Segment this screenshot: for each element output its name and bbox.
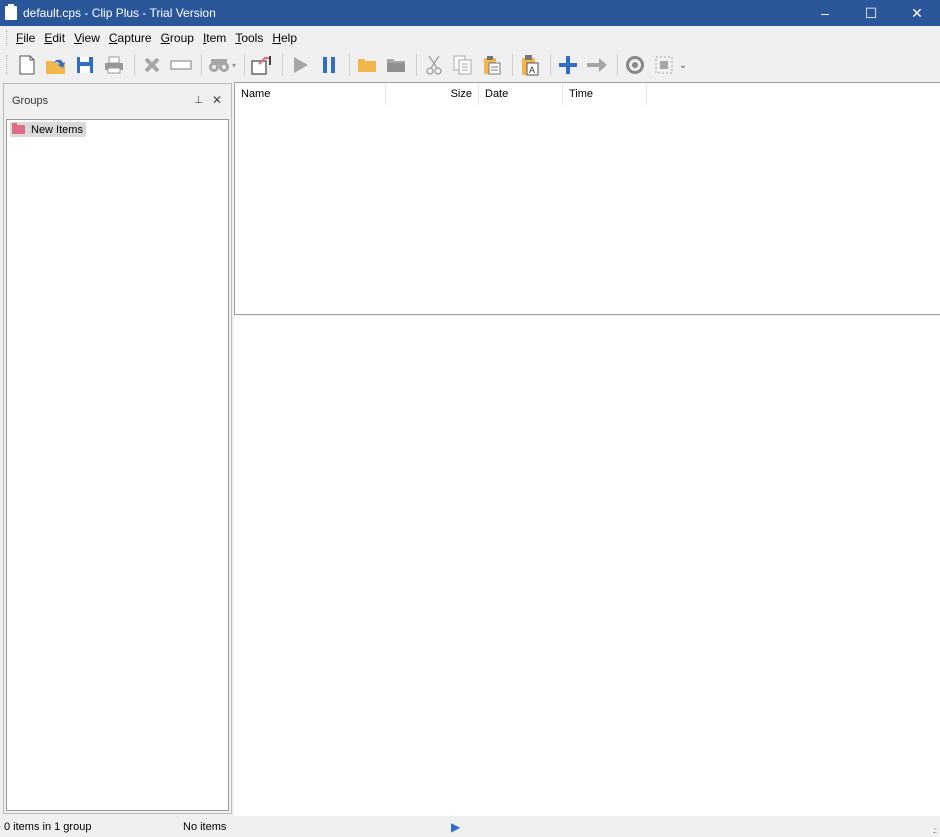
open-button[interactable] — [43, 52, 69, 78]
menu-help[interactable]: Help — [272, 31, 297, 45]
cut-icon — [426, 55, 442, 75]
column-header-time[interactable]: Time — [563, 83, 647, 105]
forward-button[interactable] — [584, 52, 610, 78]
clipboard-app-icon — [5, 4, 17, 20]
delete-icon — [144, 57, 160, 73]
svg-text:A: A — [529, 65, 535, 75]
new-window-icon — [251, 56, 271, 75]
group-item-label: New Items — [31, 123, 83, 136]
close-panel-icon[interactable]: ✕ — [212, 93, 222, 107]
toolbar-separator — [201, 54, 202, 76]
toolbar-separator — [550, 54, 551, 76]
print-button[interactable] — [101, 52, 127, 78]
paste-icon — [484, 56, 501, 75]
copy-icon — [453, 55, 472, 75]
toolbar-separator — [244, 54, 245, 76]
groups-panel-header: Groups ⊥ ✕ — [4, 84, 231, 118]
status-play-icon[interactable]: ▶ — [451, 820, 460, 834]
column-header-size[interactable]: Size — [386, 83, 479, 105]
add-button[interactable] — [555, 52, 581, 78]
open-icon — [46, 59, 65, 74]
paste-button[interactable] — [479, 52, 505, 78]
maximize-button[interactable]: ☐ — [848, 0, 894, 26]
play-icon — [294, 57, 308, 73]
menu-bar: File Edit View Capture Group Item Tools … — [0, 27, 940, 49]
cut-button[interactable] — [421, 52, 447, 78]
items-list[interactable]: Name Size Date Time — [234, 82, 940, 315]
column-header-date[interactable]: Date — [479, 83, 563, 105]
find-dropdown-icon[interactable]: ▾ — [232, 61, 240, 70]
toolbar-separator — [134, 54, 135, 76]
pause-button[interactable] — [316, 52, 342, 78]
list-header: Name Size Date Time — [235, 83, 940, 105]
toolbar-separator — [282, 54, 283, 76]
status-selection: No items — [183, 820, 227, 833]
menu-edit[interactable]: Edit — [44, 31, 65, 45]
toolbar-grip[interactable] — [6, 55, 8, 75]
menu-capture[interactable]: Capture — [109, 31, 152, 45]
save-button[interactable] — [72, 52, 98, 78]
menu-tools[interactable]: Tools — [235, 31, 263, 45]
close-button[interactable]: ✕ — [894, 0, 940, 26]
rename-button[interactable] — [168, 52, 194, 78]
save-icon — [77, 57, 93, 73]
find-button[interactable] — [206, 52, 232, 78]
folder-icon — [12, 123, 25, 134]
capture-button[interactable] — [622, 52, 648, 78]
window-title: default.cps - Clip Plus - Trial Version — [23, 6, 216, 20]
new-icon — [19, 55, 35, 75]
paste-text-button[interactable]: A — [517, 52, 543, 78]
toolbar-separator — [617, 54, 618, 76]
rename-icon — [170, 60, 192, 70]
paste-text-icon: A — [522, 55, 539, 76]
play-button[interactable] — [287, 52, 313, 78]
capture-icon — [626, 56, 644, 74]
menu-grip[interactable] — [6, 30, 8, 46]
toolbar: ▾ A ⌄ — [0, 50, 940, 80]
toolbar-separator — [416, 54, 417, 76]
groups-panel-title: Groups — [12, 95, 49, 107]
status-bar: 0 items in 1 group No items ▶ .:: — [0, 816, 940, 837]
copy-button[interactable] — [450, 52, 476, 78]
add-icon — [559, 56, 577, 74]
menu-item[interactable]: Item — [203, 31, 226, 45]
status-item-count: 0 items in 1 group — [4, 820, 92, 833]
folder-icon — [387, 59, 405, 72]
menu-file[interactable]: File — [16, 31, 35, 45]
delete-button[interactable] — [139, 52, 165, 78]
folder-open-icon — [358, 59, 376, 72]
menu-view[interactable]: View — [74, 31, 100, 45]
toolbar-separator — [349, 54, 350, 76]
find-icon — [209, 59, 229, 72]
resize-grip-icon[interactable]: .:: — [932, 826, 937, 835]
minimize-button[interactable]: – — [802, 0, 848, 26]
forward-icon — [587, 58, 607, 72]
group-item-new-items[interactable]: New Items — [10, 122, 86, 137]
select-region-icon — [655, 56, 673, 74]
print-icon — [105, 56, 123, 74]
select-region-button[interactable] — [651, 52, 677, 78]
pause-icon — [323, 57, 335, 73]
title-bar: default.cps - Clip Plus - Trial Version … — [0, 0, 940, 26]
groups-panel: Groups ⊥ ✕ New Items — [3, 83, 232, 814]
more-dropdown-icon[interactable]: ⌄ — [677, 60, 689, 71]
new-button[interactable] — [14, 52, 40, 78]
new-window-button[interactable] — [249, 52, 275, 78]
pin-icon[interactable]: ⊥ — [194, 95, 203, 106]
preview-pane[interactable] — [234, 316, 940, 816]
column-header-name[interactable]: Name — [235, 83, 386, 105]
toolbar-separator — [512, 54, 513, 76]
groups-tree[interactable]: New Items — [6, 119, 229, 811]
open-folder-button[interactable] — [354, 52, 380, 78]
folder-button[interactable] — [383, 52, 409, 78]
menu-group[interactable]: Group — [161, 31, 194, 45]
